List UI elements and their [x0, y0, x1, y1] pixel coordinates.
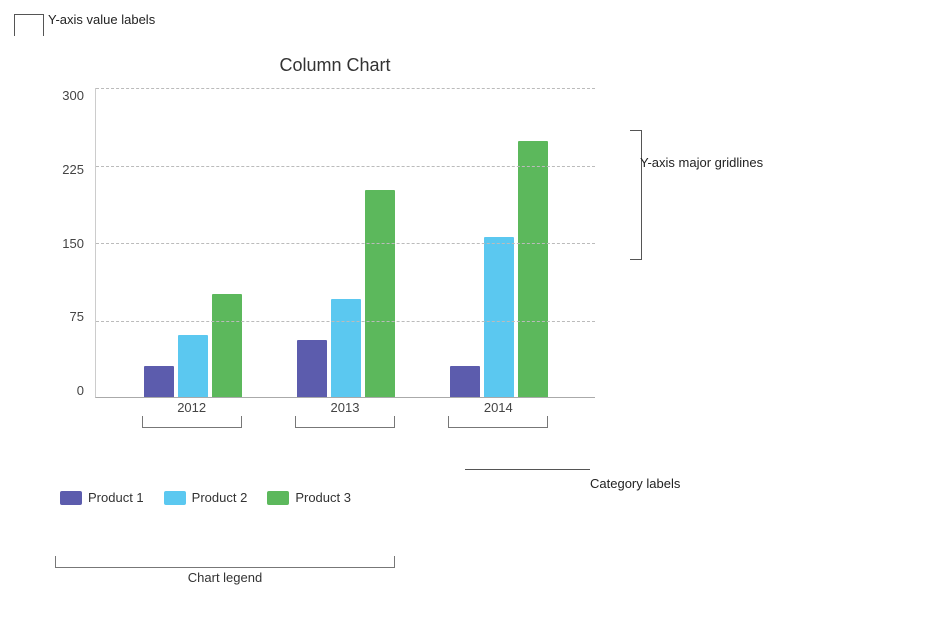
legend-bracket [55, 556, 395, 568]
bar-product-1-2013 [297, 340, 327, 397]
legend-label: Product 3 [295, 490, 351, 505]
page-wrapper: Y-axis value labels Column Chart 300 225 1… [0, 0, 936, 622]
gridlines-annotation: Y-axis major gridlines [640, 155, 763, 170]
gridlines-bracket [630, 130, 642, 260]
gridline [96, 88, 595, 89]
bar-product-3-2012 [212, 294, 242, 397]
category-brackets [95, 416, 595, 428]
y-axis-value: 75 [70, 309, 90, 324]
y-axis: 300 225 150 75 0 [55, 88, 90, 398]
y-axis-label-annotation: Y-axis value labels [48, 12, 155, 27]
legend-item: Product 1 [60, 490, 144, 505]
y-axis-value: 150 [62, 236, 90, 251]
bar-group [144, 294, 242, 397]
category-line [465, 469, 590, 470]
category-annotation: Category labels [590, 476, 680, 491]
legend-item: Product 3 [267, 490, 351, 505]
gridline [96, 243, 595, 244]
legend-swatch [164, 491, 186, 505]
bar-product-3-2013 [365, 190, 395, 397]
x-axis-label: 2013 [295, 400, 395, 415]
gridline [96, 321, 595, 322]
legend-label: Product 2 [192, 490, 248, 505]
chart-inner: 300 225 150 75 0 2012 2013 2014 [55, 88, 615, 438]
x-axis-label: 2014 [448, 400, 548, 415]
legend-item: Product 2 [164, 490, 248, 505]
bar-product-1-2012 [144, 366, 174, 397]
category-bracket [295, 416, 395, 428]
y-axis-value: 225 [62, 162, 90, 177]
y-axis-bracket [14, 14, 44, 36]
legend-label: Product 1 [88, 490, 144, 505]
x-axis: 2012 2013 2014 [95, 400, 595, 415]
bar-group [297, 190, 395, 397]
chart-title: Column Chart [55, 55, 615, 76]
y-axis-value: 0 [77, 383, 90, 398]
plot-area [95, 88, 595, 398]
category-bracket [142, 416, 242, 428]
gridline [96, 166, 595, 167]
bar-product-2-2013 [331, 299, 361, 397]
x-axis-label: 2012 [142, 400, 242, 415]
y-axis-value: 300 [62, 88, 90, 103]
category-bracket [448, 416, 548, 428]
chart-area: Column Chart 300 225 150 75 0 2012 2013 2014 [55, 55, 615, 455]
bar-product-1-2014 [450, 366, 480, 397]
bar-group [450, 141, 548, 397]
bar-product-2-2014 [484, 237, 514, 397]
bar-product-3-2014 [518, 141, 548, 397]
legend-bracket-wrapper: Chart legend [55, 556, 395, 585]
legend-bracket-label: Chart legend [55, 570, 395, 585]
legend-swatch [267, 491, 289, 505]
legend: Product 1 Product 2 Product 3 [60, 490, 351, 505]
bar-product-2-2012 [178, 335, 208, 397]
legend-swatch [60, 491, 82, 505]
